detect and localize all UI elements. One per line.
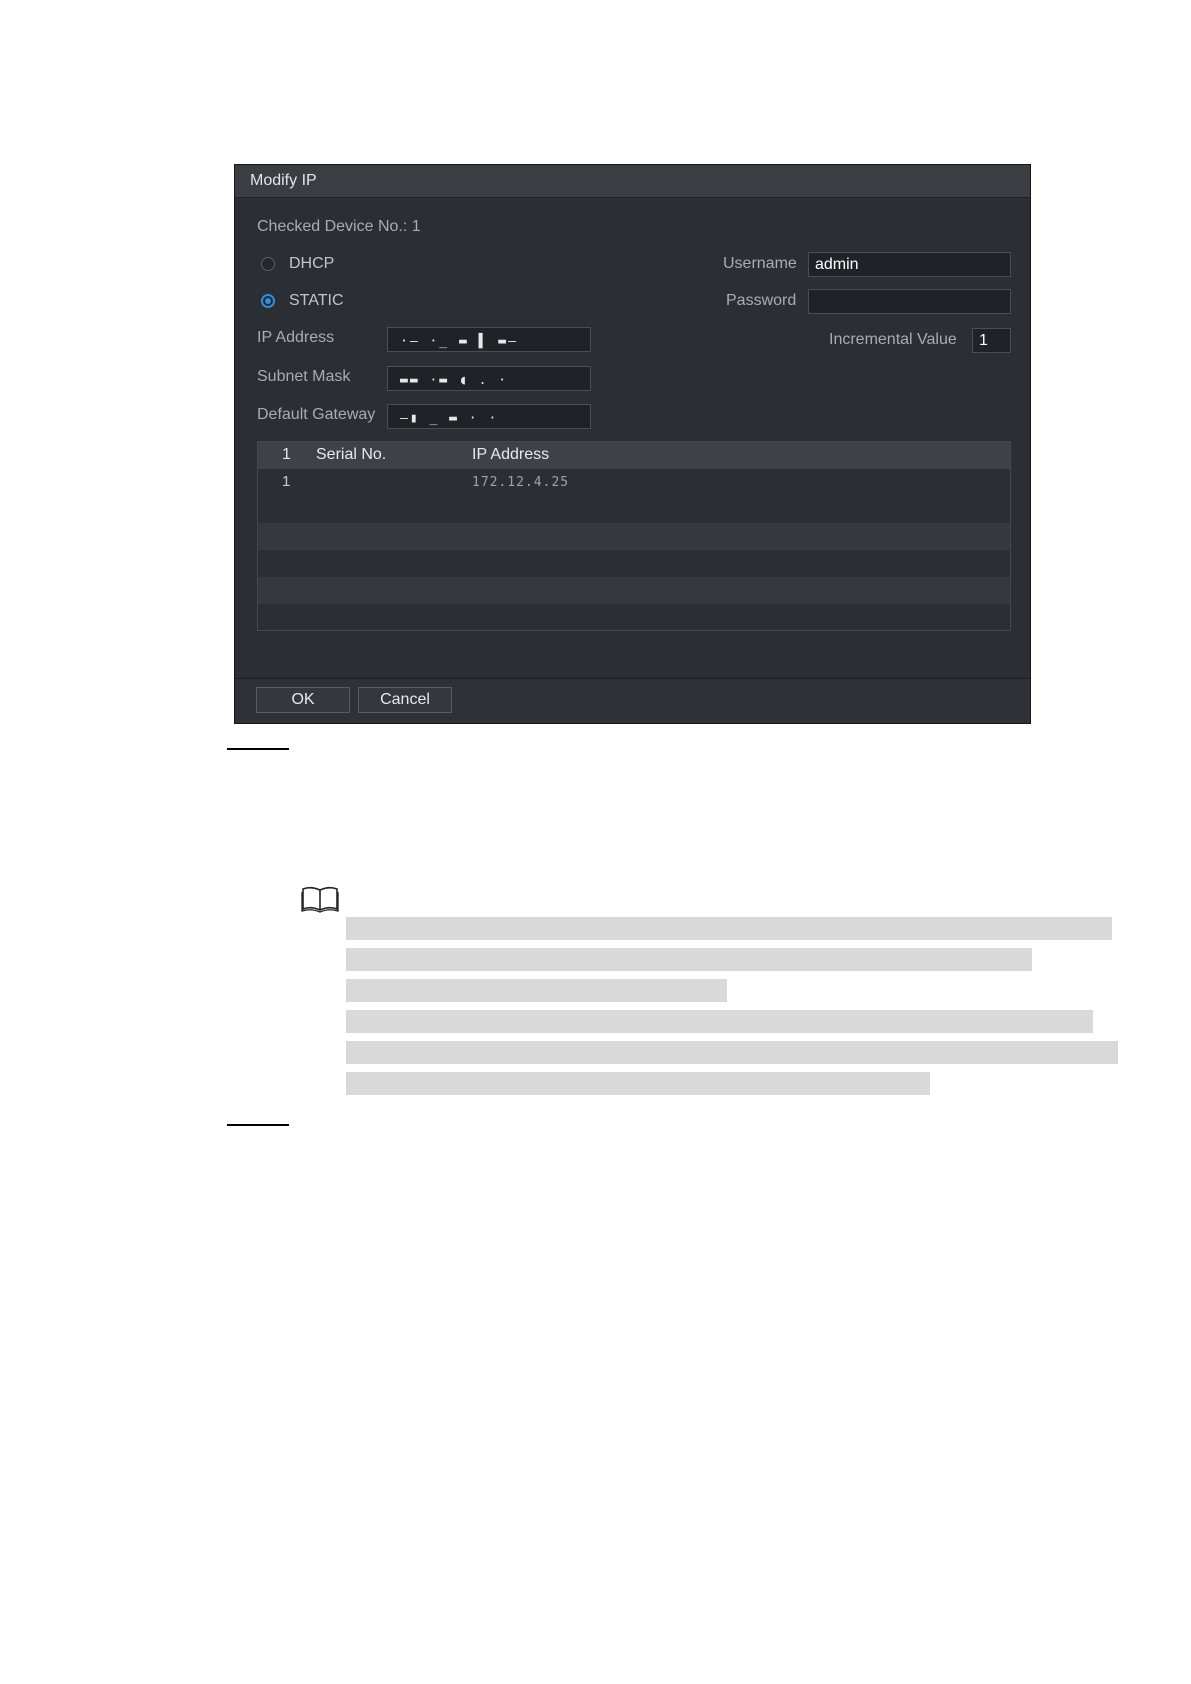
table-row-empty xyxy=(258,496,1010,523)
dialog-titlebar: Modify IP xyxy=(235,165,1030,198)
table-row-empty xyxy=(258,604,1010,630)
header-serial[interactable]: Serial No. xyxy=(316,446,386,464)
dhcp-radio[interactable] xyxy=(261,257,275,271)
username-label: Username xyxy=(723,255,797,272)
table-header: 1 Serial No. IP Address xyxy=(258,442,1010,469)
note-line xyxy=(346,1010,1093,1033)
note-line xyxy=(346,1072,930,1095)
note-line xyxy=(346,917,1112,940)
username-input[interactable]: admin xyxy=(808,252,1011,277)
dialog-footer: OK Cancel xyxy=(235,679,1030,723)
default-gateway-input[interactable]: –▮ _ ▬ · · xyxy=(387,404,591,429)
note-line xyxy=(346,948,1032,971)
ip-address-label: IP Address xyxy=(257,329,335,346)
static-label[interactable]: STATIC xyxy=(289,292,344,310)
password-input[interactable] xyxy=(808,289,1011,314)
device-table: 1 Serial No. IP Address 1 172.12.4.25 xyxy=(257,441,1011,631)
incremental-value-label: Incremental Value xyxy=(829,331,957,348)
table-row-empty xyxy=(258,577,1010,604)
row-ip: 172.12.4.25 xyxy=(472,475,570,490)
header-index[interactable]: 1 xyxy=(282,446,291,464)
note-line xyxy=(346,1041,1118,1064)
dialog-title: Modify IP xyxy=(250,172,317,189)
subnet-mask-input[interactable]: ▬▬ ·▬ ◖ . · xyxy=(387,366,591,391)
step-marker xyxy=(227,748,289,750)
checked-device-label: Checked Device No.: 1 xyxy=(257,218,421,235)
step-marker xyxy=(227,1124,289,1126)
default-gateway-label: Default Gateway xyxy=(257,406,376,423)
table-row-empty xyxy=(258,523,1010,550)
password-label: Password xyxy=(726,292,797,309)
table-row[interactable]: 1 172.12.4.25 xyxy=(258,469,1010,496)
ok-button[interactable]: OK xyxy=(256,687,350,713)
table-row-empty xyxy=(258,550,1010,577)
dhcp-label[interactable]: DHCP xyxy=(289,255,334,273)
modify-ip-dialog: Modify IP Checked Device No.: 1 DHCP STA… xyxy=(234,164,1031,724)
note-line xyxy=(346,979,727,1002)
header-ip[interactable]: IP Address xyxy=(472,446,549,464)
static-radio[interactable] xyxy=(261,294,275,308)
cancel-button[interactable]: Cancel xyxy=(358,687,452,713)
incremental-value-input[interactable]: 1 xyxy=(972,328,1011,353)
row-index: 1 xyxy=(282,473,291,490)
ip-address-input[interactable]: ·– ·_ ▬ ▌ ▬– xyxy=(387,327,591,352)
subnet-mask-label: Subnet Mask xyxy=(257,368,351,385)
book-icon xyxy=(301,886,339,913)
